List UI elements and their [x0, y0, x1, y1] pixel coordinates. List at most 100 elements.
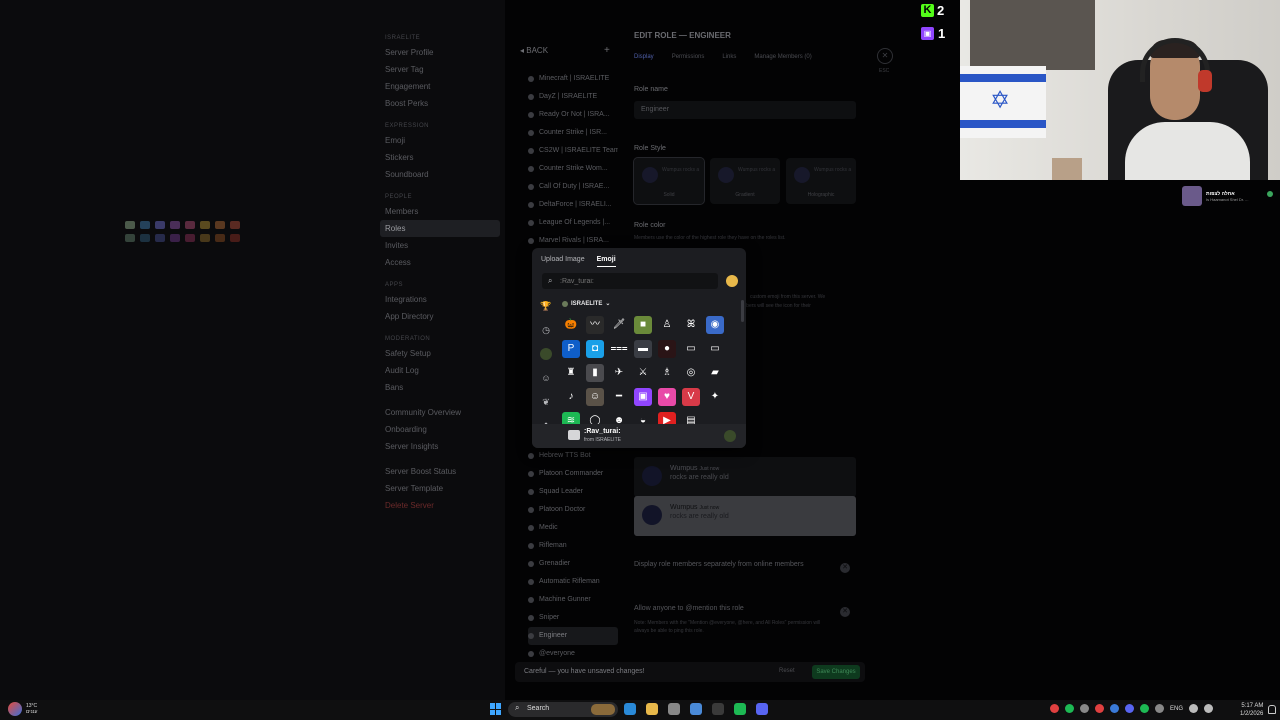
back-button[interactable]: ◂ BACK [520, 46, 548, 55]
role-item[interactable]: DayZ | ISRAELITE [528, 88, 618, 106]
emoji-minecraft-block[interactable]: ■ [634, 316, 652, 334]
role-item[interactable]: Counter Strike | ISR... [528, 124, 618, 142]
color-swatch[interactable] [230, 234, 240, 242]
emoji-text-logo[interactable]: ꕤ [682, 316, 700, 334]
emoji-rav-turai[interactable]: ▬ [634, 340, 652, 358]
chrome-icon[interactable] [690, 703, 702, 715]
emoji-eye-band[interactable]: 〰 [586, 316, 604, 334]
leaf-icon[interactable]: ❦ [540, 396, 552, 408]
color-swatch[interactable] [200, 234, 210, 242]
role-item[interactable]: Machine Gunner [528, 591, 618, 609]
role-item[interactable]: Minecraft | ISRAELITE [528, 70, 618, 88]
color-swatch[interactable] [155, 234, 165, 242]
tab-links[interactable]: Links [722, 54, 736, 60]
role-item[interactable]: Counter Strike Wom... [528, 160, 618, 178]
nav-item-onboarding[interactable]: Onboarding [380, 421, 500, 438]
spotify-icon[interactable] [734, 703, 746, 715]
volume-icon[interactable] [1204, 704, 1214, 713]
nav-item-roles[interactable]: Roles [380, 220, 500, 237]
style-card-gradient[interactable]: Wumpus rocks a Gradient [710, 158, 780, 204]
tab-permissions[interactable]: Permissions [672, 54, 705, 60]
trophy-icon[interactable]: 🏆 [540, 300, 552, 312]
nav-item-emoji[interactable]: Emoji [380, 132, 500, 149]
role-item[interactable]: Squad Leader [528, 483, 618, 501]
picker-tab-emoji[interactable]: Emoji [596, 256, 616, 267]
emoji-orange-character[interactable]: 🎃 [562, 316, 580, 334]
emoji-helicopter[interactable]: ✈ [610, 364, 628, 382]
emoji-rank-bar[interactable]: ▭ [682, 340, 700, 358]
emoji-wings-badge[interactable]: ⩶ [610, 340, 628, 358]
nav-item-safety-setup[interactable]: Safety Setup [380, 345, 500, 362]
nav-item-app-directory[interactable]: App Directory [380, 308, 500, 325]
emoji-pink-heart[interactable]: ♥ [658, 388, 676, 406]
nav-item-members[interactable]: Members [380, 203, 500, 220]
discord-icon[interactable] [756, 703, 768, 715]
role-item[interactable]: DeltaForce | ISRAELI... [528, 196, 618, 214]
random-emoji-icon[interactable] [726, 275, 738, 287]
color-swatch[interactable] [215, 221, 225, 229]
usb-icon[interactable] [1080, 704, 1089, 713]
color-swatch[interactable] [200, 221, 210, 229]
nav-item-server-template[interactable]: Server Template [380, 480, 500, 497]
nav-item-soundboard[interactable]: Soundboard [380, 166, 500, 183]
color-swatch[interactable] [185, 234, 195, 242]
emoji-valorant[interactable]: V [682, 388, 700, 406]
discord-tray-icon[interactable] [1125, 704, 1134, 713]
emoji-red-cross-badge[interactable]: ✦ [706, 388, 724, 406]
save-changes-button[interactable]: Save Changes [812, 665, 860, 679]
emoji-twitch[interactable]: ▣ [634, 388, 652, 406]
color-swatch[interactable] [170, 234, 180, 242]
server-icon[interactable] [540, 348, 552, 360]
role-item[interactable]: CS2W | ISRAELITE Team [528, 142, 618, 160]
weather-widget[interactable]: 13°C עננים [8, 702, 37, 716]
emoji-tank[interactable]: ▰ [706, 364, 724, 382]
reset-button[interactable]: Reset [779, 668, 795, 674]
role-item[interactable]: Engineer [528, 627, 618, 645]
role-item[interactable]: Platoon Doctor [528, 501, 618, 519]
role-item[interactable]: Platoon Commander [528, 465, 618, 483]
nav-item-server-boost-status[interactable]: Server Boost Status [380, 463, 500, 480]
emoji-face-photo[interactable]: ☺ [586, 388, 604, 406]
nav-item-stickers[interactable]: Stickers [380, 149, 500, 166]
tray-app-icon-2[interactable] [1095, 704, 1104, 713]
close-settings-button[interactable]: ✕ [877, 48, 893, 64]
chevron-up-icon[interactable] [1155, 704, 1164, 713]
nav-item-invites[interactable]: Invites [380, 237, 500, 254]
language-indicator[interactable]: ENG [1170, 706, 1183, 712]
emoji-search-input[interactable] [560, 275, 710, 287]
nav-item-server-profile[interactable]: Server Profile [380, 44, 500, 61]
nav-item-server-tag[interactable]: Server Tag [380, 61, 500, 78]
nav-item-audit-log[interactable]: Audit Log [380, 362, 500, 379]
emoji-rank-badge[interactable]: ▭ [706, 340, 724, 358]
style-card-holographic[interactable]: Wumpus rocks a Holographic [786, 158, 856, 204]
role-item[interactable]: Hebrew TTS Bot [528, 447, 618, 465]
role-item[interactable]: Call Of Duty | ISRAE... [528, 178, 618, 196]
smile-icon[interactable]: ☺ [540, 372, 552, 384]
emoji-soldier-statue[interactable]: ♙ [658, 316, 676, 334]
emoji-soldier-rifle[interactable]: ♗ [658, 364, 676, 382]
clock[interactable]: 5:17 AM 1/2/2026 [1240, 702, 1263, 718]
nav-item-integrations[interactable]: Integrations [380, 291, 500, 308]
color-swatch[interactable] [125, 234, 135, 242]
role-item[interactable]: Sniper [528, 609, 618, 627]
picker-scrollbar[interactable] [741, 300, 744, 322]
delete-server-link[interactable]: Delete Server [380, 497, 500, 514]
emoji-line-bar[interactable]: ━ [610, 388, 628, 406]
nav-item-engagement[interactable]: Engagement [380, 78, 500, 95]
tab-manage-members-0[interactable]: Manage Members (0) [754, 54, 811, 60]
color-swatch[interactable] [155, 221, 165, 229]
nav-item-access[interactable]: Access [380, 254, 500, 271]
emoji-rifle-figure[interactable]: ♜ [562, 364, 580, 382]
settings-icon[interactable] [668, 703, 680, 715]
role-item[interactable]: Rifleman [528, 537, 618, 555]
color-swatch[interactable] [140, 221, 150, 229]
nav-item-boost-perks[interactable]: Boost Perks [380, 95, 500, 112]
emoji-yellow-sword[interactable]: ⚔ [634, 364, 652, 382]
color-swatch[interactable] [230, 221, 240, 229]
role-item[interactable]: @everyone [528, 645, 618, 663]
tray-app-icon[interactable] [1050, 704, 1059, 713]
spotify-tray-icon[interactable] [1065, 704, 1074, 713]
display-separately-toggle[interactable]: ✕ [840, 563, 850, 573]
tray-green-icon[interactable] [1140, 704, 1149, 713]
role-item[interactable]: Ready Or Not | ISRA... [528, 106, 618, 124]
